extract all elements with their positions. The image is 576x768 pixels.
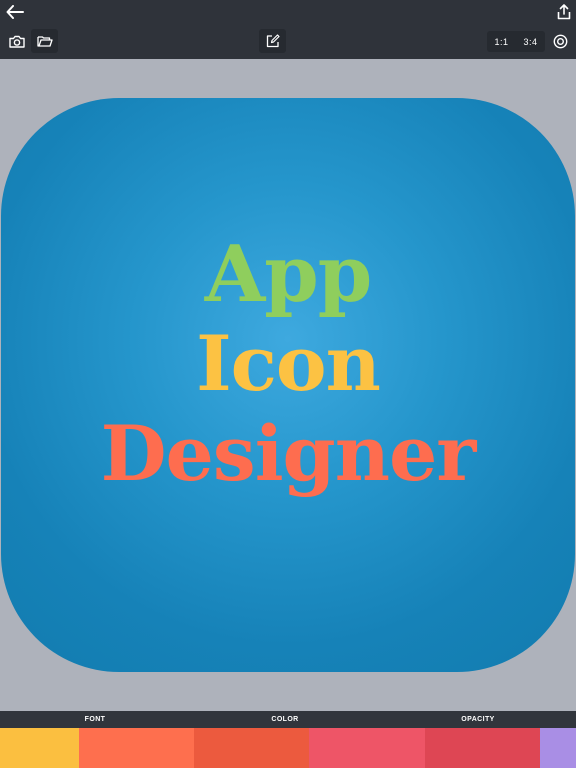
tab-opacity[interactable]: OPACITY (380, 711, 576, 728)
app-icon-preview[interactable]: App Icon Designer (1, 98, 575, 672)
settings-button[interactable] (550, 31, 570, 51)
folder-open-icon (36, 36, 53, 47)
icon-text-line-1[interactable]: App (205, 236, 373, 314)
top-bar (0, 0, 576, 24)
ratio-1-1-button[interactable]: 1:1 (487, 31, 516, 52)
tab-font[interactable]: FONT (0, 711, 190, 728)
back-button[interactable] (4, 2, 26, 22)
color-swatch[interactable] (194, 728, 309, 768)
share-upload-icon (557, 4, 571, 20)
color-swatch[interactable] (79, 728, 194, 768)
folder-icon-wrap (31, 29, 58, 53)
camera-icon (9, 35, 25, 48)
open-folder-button[interactable] (31, 29, 58, 53)
color-swatch[interactable] (540, 728, 576, 768)
property-tabs: FONT COLOR OPACITY (0, 711, 576, 728)
icon-text-line-3[interactable]: Designer (101, 416, 477, 492)
tab-color[interactable]: COLOR (190, 711, 380, 728)
edit-text-button[interactable] (259, 29, 286, 53)
arrow-left-icon (6, 5, 24, 19)
color-palette (0, 728, 576, 768)
design-canvas: App Icon Designer (0, 59, 576, 711)
gear-ring-icon (553, 34, 567, 48)
aspect-ratio-selector: 1:1 3:4 (487, 31, 545, 52)
color-swatch[interactable] (425, 728, 540, 768)
camera-button[interactable] (6, 31, 28, 51)
edit-icon-wrap (259, 29, 286, 53)
icon-text-line-2[interactable]: Icon (196, 326, 381, 402)
edit-pencil-icon (266, 34, 280, 48)
color-swatch[interactable] (309, 728, 425, 768)
color-swatch[interactable] (0, 728, 79, 768)
share-button[interactable] (554, 2, 574, 22)
ratio-3-4-button[interactable]: 3:4 (516, 31, 545, 52)
